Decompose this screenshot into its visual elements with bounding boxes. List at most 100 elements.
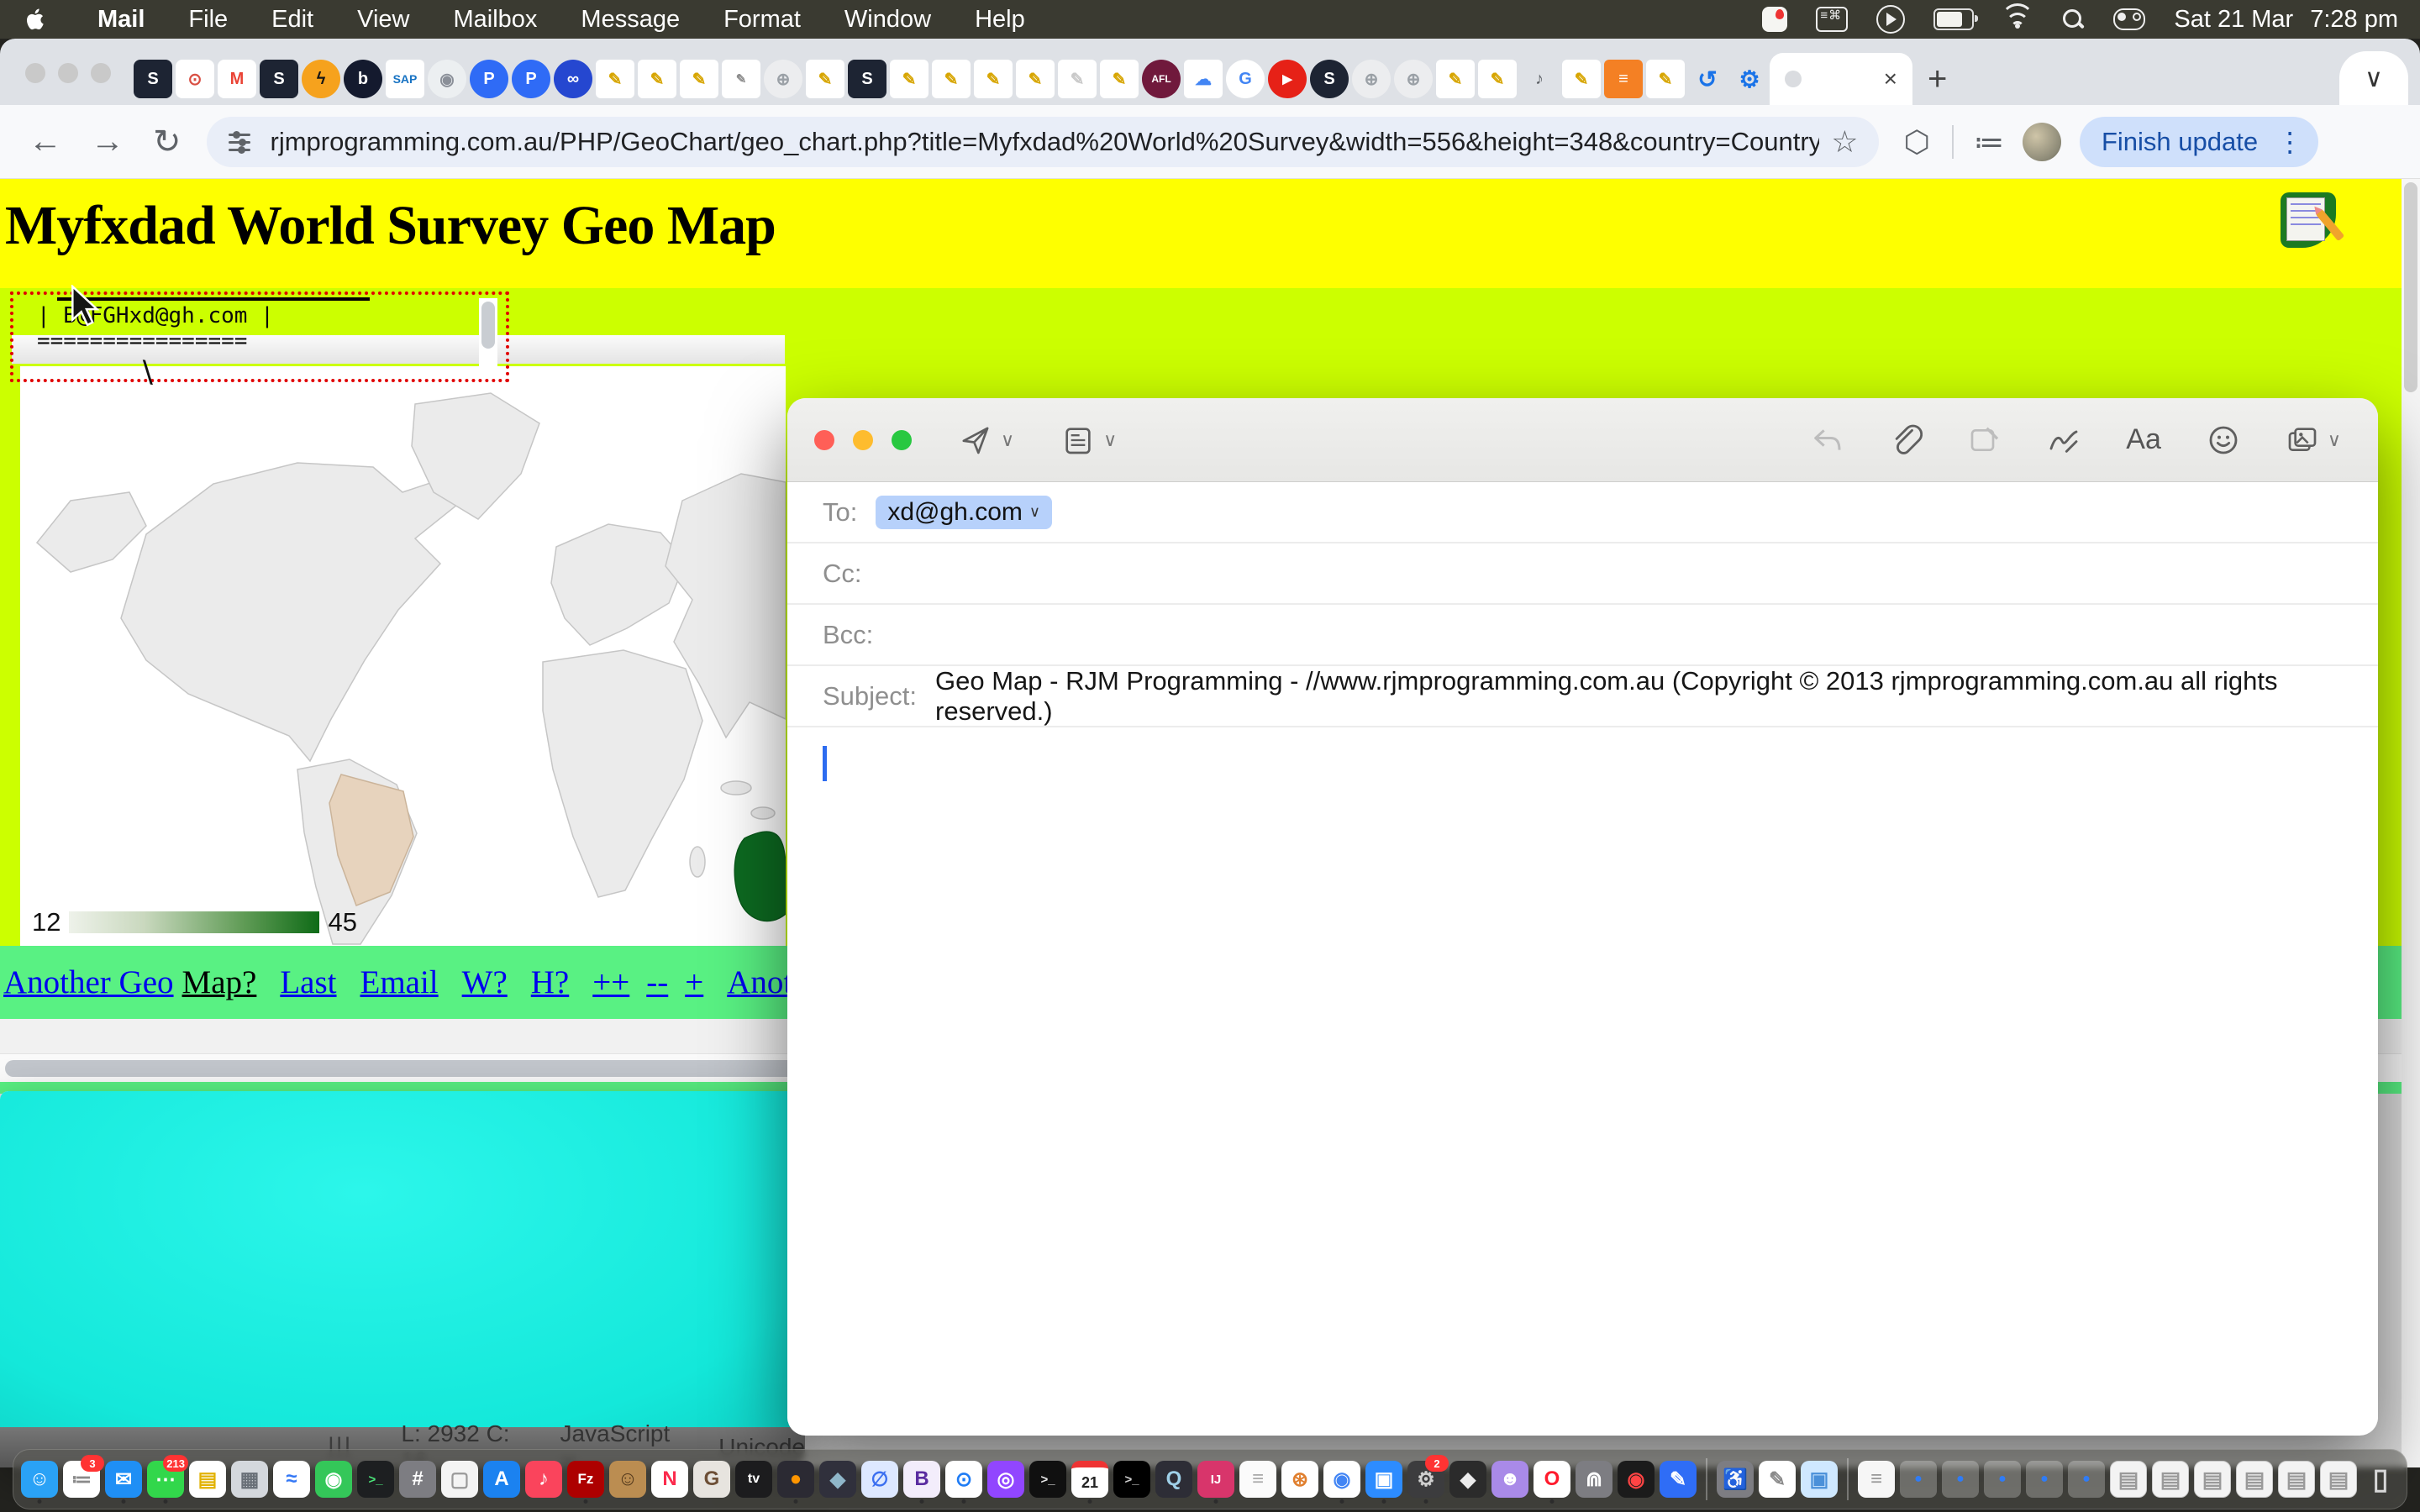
pinned-tab[interactable]: S (134, 60, 172, 98)
dock-app-icon[interactable]: >_ (357, 1461, 394, 1498)
pinned-tab[interactable]: ☁ (1184, 60, 1223, 98)
pinned-tab[interactable]: ✎ (638, 60, 676, 98)
gimp[interactable]: G (692, 1460, 731, 1499)
cat-app[interactable]: ☻ (1491, 1460, 1529, 1499)
pinned-tab[interactable]: ✎ (974, 60, 1013, 98)
opera[interactable]: O (1533, 1460, 1571, 1499)
minimized-safari[interactable]: ● (2067, 1460, 2106, 1499)
menu-item[interactable]: Mailbox (431, 6, 559, 34)
close-tab-icon[interactable]: × (1884, 66, 1897, 92)
minimized-safari[interactable]: ● (1983, 1460, 2022, 1499)
minimized-safari[interactable]: ● (1899, 1460, 1938, 1499)
stocks-app[interactable]: ≈ (272, 1460, 311, 1499)
apple-news[interactable]: N (650, 1460, 689, 1499)
dock-app-icon[interactable]: ☺ (21, 1461, 58, 1498)
pinned-tab[interactable]: P (470, 60, 508, 98)
send-chevron-icon[interactable]: ∨ (1001, 429, 1014, 451)
menu-item[interactable]: View (335, 6, 431, 34)
terminal[interactable]: >_ (356, 1460, 395, 1499)
cc-field[interactable]: Cc: (787, 543, 2378, 605)
keyboard-icon[interactable] (1816, 7, 1848, 32)
dock-app-icon[interactable]: ✎ (1759, 1461, 1796, 1498)
dock-app-icon[interactable]: tv (735, 1461, 772, 1498)
app-store[interactable]: A (482, 1460, 521, 1499)
gauge-app[interactable]: ◉ (1617, 1460, 1655, 1499)
editor-document-area[interactable] (0, 1091, 805, 1427)
pinned-tab[interactable]: ◉ (428, 60, 466, 98)
back-button[interactable]: ← (29, 123, 62, 160)
dock-app-icon[interactable]: ≈ (273, 1461, 310, 1498)
dock-app-icon[interactable]: ≡ (1239, 1461, 1276, 1498)
zoom-window-button[interactable] (91, 63, 111, 83)
pinned-tab[interactable]: ✎ (1058, 60, 1097, 98)
page-link[interactable]: Another Geo (3, 963, 174, 1001)
trash[interactable]: ▯ (2361, 1460, 2400, 1499)
contacts[interactable]: ☺ (608, 1460, 647, 1499)
minimized-window[interactable]: ▤ (2319, 1460, 2358, 1499)
header-fields-chevron-icon[interactable]: ∨ (1103, 429, 1117, 451)
dock-app-icon[interactable]: ◉ (315, 1461, 352, 1498)
pinned-tab[interactable]: ✎ (806, 60, 844, 98)
dock-app-icon[interactable]: ✎ (1660, 1461, 1697, 1498)
photo-browser-chevron-icon[interactable]: ∨ (2328, 429, 2341, 451)
zoom-window-button[interactable] (892, 430, 912, 450)
notes[interactable]: ▤ (188, 1460, 227, 1499)
dock-app-icon[interactable]: ● (777, 1461, 814, 1498)
dock-app-icon[interactable]: ☺ (609, 1461, 646, 1498)
photos-folder[interactable]: ▣ (1800, 1460, 1839, 1499)
mail-window-controls[interactable] (814, 430, 912, 450)
dock-app-icon[interactable]: ▣ (1801, 1461, 1838, 1498)
mail[interactable]: ✉ (104, 1460, 143, 1499)
apple-tv[interactable]: tv (734, 1460, 773, 1499)
menu-item[interactable]: File (166, 6, 250, 34)
dock-app-icon[interactable]: ⋒ (1576, 1461, 1612, 1498)
fonts-icon[interactable]: Aa (2126, 423, 2161, 456)
accessibility-app[interactable]: ♿ (1716, 1460, 1754, 1499)
dock-app-icon[interactable]: N (651, 1461, 688, 1498)
pinned-tab[interactable]: ✎ (1016, 60, 1055, 98)
dock-app-icon[interactable]: Q (1155, 1461, 1192, 1498)
dock-app-icon[interactable]: ◉ (1323, 1461, 1360, 1498)
dock-app-icon[interactable]: ▢ (441, 1461, 478, 1498)
token-chevron-icon[interactable]: ∨ (1029, 503, 1040, 521)
dock-app-icon[interactable]: ● (1942, 1461, 1979, 1498)
message-body[interactable] (787, 727, 2378, 1433)
search-icon[interactable] (2061, 8, 2085, 31)
dock-app-icon[interactable]: ▤ (189, 1461, 226, 1498)
dock-app-icon[interactable]: ✉ (105, 1461, 142, 1498)
bcc-field[interactable]: Bcc: (787, 605, 2378, 666)
minimize-window-button[interactable] (853, 430, 873, 450)
pinned-tab[interactable]: ✎ (1436, 60, 1475, 98)
menu-item[interactable]: Edit (250, 6, 335, 34)
launchpad[interactable]: ▦ (230, 1460, 269, 1499)
new-tab-button[interactable]: + (1928, 60, 1947, 98)
page-link[interactable]: ++ (592, 963, 629, 1001)
dock-app-icon[interactable]: # (399, 1461, 436, 1498)
pinned-tab[interactable]: ♪ (1520, 60, 1559, 98)
pinned-tab[interactable]: ∞ (554, 60, 592, 98)
minimized-window[interactable]: ▤ (2109, 1460, 2148, 1499)
page-link[interactable]: -- (646, 963, 668, 1001)
facetime[interactable]: ◉ (314, 1460, 353, 1499)
dock-app-icon[interactable]: ⊛ (1281, 1461, 1318, 1498)
send-icon[interactable] (959, 423, 992, 457)
pinned-tab[interactable]: ✎ (1646, 60, 1685, 98)
pinned-tab[interactable]: M (218, 60, 256, 98)
menubar-clock[interactable]: Sat 21 Mar 7:28 pm (2174, 6, 2398, 34)
filezilla[interactable]: Fz (566, 1460, 605, 1499)
dock-app-icon[interactable]: ● (2026, 1461, 2063, 1498)
pinned-tab[interactable]: ≡ (1604, 60, 1643, 98)
control-center-icon[interactable] (2113, 8, 2145, 30)
pinned-tab[interactable]: ⊙ (176, 60, 214, 98)
messages[interactable]: ⋯ 213 (146, 1460, 185, 1499)
play-icon[interactable] (1876, 5, 1905, 34)
forward-button[interactable]: → (91, 123, 124, 160)
minimized-window[interactable]: ▤ (2235, 1460, 2274, 1499)
firefox[interactable]: ● (776, 1460, 815, 1499)
window-controls[interactable] (25, 63, 111, 83)
dark-app[interactable]: ◆ (818, 1460, 857, 1499)
page-link[interactable]: + (685, 963, 703, 1001)
dock-app-icon[interactable]: ◉ (1618, 1461, 1655, 1498)
pinned-tab[interactable]: ✎ (596, 60, 634, 98)
notes-doc[interactable]: ✎ (1758, 1460, 1797, 1499)
